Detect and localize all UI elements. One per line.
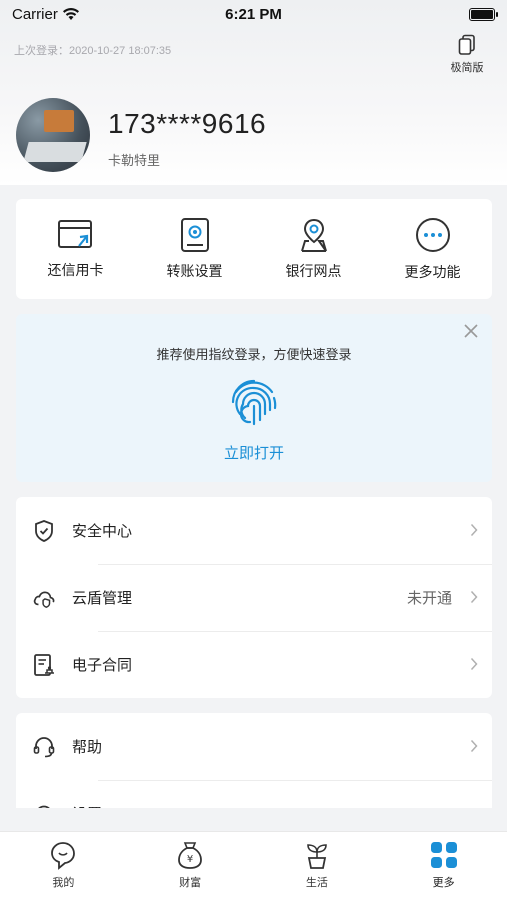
shortcut-card: 还信用卡 转账设置 银行网点 更多功能: [16, 199, 492, 299]
simple-mode-button[interactable]: 极简版: [447, 34, 487, 75]
battery-icon: [468, 7, 498, 21]
close-icon[interactable]: [462, 322, 480, 340]
chevron-right-icon: [470, 739, 478, 753]
tab-mine[interactable]: 我的: [13, 832, 113, 900]
gear-icon: [32, 802, 56, 808]
menu-card-secondary: 帮助 设置: [16, 713, 492, 808]
menu-label: 设置: [72, 803, 102, 808]
more-tab-icon: [430, 842, 457, 868]
chevron-right-icon: [470, 523, 478, 537]
shortcut-label: 更多功能: [404, 265, 461, 281]
headset-icon: [32, 735, 56, 759]
tab-label: 生活: [305, 876, 328, 889]
last-login-text: 上次登录：2020-10-27 18:07:35: [14, 45, 172, 57]
tab-label: 更多: [432, 876, 455, 889]
chevron-right-icon: [470, 590, 478, 604]
shortcut-transfer-settings[interactable]: 转账设置: [145, 217, 245, 281]
transfer-settings-icon: [180, 218, 209, 252]
wifi-icon: [62, 8, 79, 20]
status-time: 6:21 PM: [225, 5, 282, 23]
menu-row-cloud-shield[interactable]: 云盾管理 未开通: [16, 564, 492, 631]
tab-label: 财富: [179, 876, 202, 889]
avatar[interactable]: [16, 98, 90, 172]
contract-icon: [32, 653, 56, 677]
menu-card-primary: 安全中心 云盾管理 未开通 电子合同: [16, 497, 492, 698]
username: 卡勒特里: [108, 154, 161, 169]
menu-label: 电子合同: [72, 656, 133, 674]
profile-tab-icon: [51, 842, 76, 870]
simple-mode-label: 极简版: [450, 61, 484, 74]
cloud-shield-status: 未开通: [406, 589, 452, 607]
tab-label: 我的: [52, 876, 75, 889]
life-tab-icon: [307, 844, 327, 869]
svg-text:¥: ¥: [187, 854, 193, 865]
menu-row-help[interactable]: 帮助: [16, 713, 492, 780]
bank-branch-icon: [300, 218, 327, 252]
shortcut-more[interactable]: 更多功能: [383, 216, 483, 282]
menu-row-e-contract[interactable]: 电子合同: [16, 631, 492, 698]
tab-more[interactable]: 更多: [394, 832, 494, 900]
menu-row-settings[interactable]: 设置: [16, 780, 492, 808]
fingerprint-card: 推荐使用指纹登录，方便快速登录 立即打开: [16, 314, 492, 482]
menu-label: 帮助: [72, 738, 103, 756]
cloud-shield-icon: [32, 586, 56, 610]
menu-label: 安全中心: [72, 522, 133, 540]
shortcut-label: 银行网点: [285, 264, 342, 280]
fingerprint-tip: 推荐使用指纹登录，方便快速登录: [156, 348, 352, 363]
tab-life[interactable]: 生活: [267, 832, 367, 900]
fingerprint-icon[interactable]: [228, 376, 280, 428]
shield-icon: [32, 519, 56, 543]
simple-mode-icon: [458, 34, 475, 55]
menu-row-security-center[interactable]: 安全中心: [16, 497, 492, 564]
shortcut-label: 还信用卡: [47, 263, 104, 279]
tab-bar: 我的 ¥ 财富 生活 更多: [0, 831, 507, 900]
menu-label: 云盾管理: [72, 589, 133, 607]
status-bar: Carrier 6:21 PM: [0, 0, 507, 28]
chevron-right-icon: [470, 657, 478, 671]
more-icon: [415, 218, 450, 252]
tab-wealth[interactable]: ¥ 财富: [140, 832, 240, 900]
fingerprint-open-button[interactable]: 立即打开: [16, 442, 492, 463]
shortcut-bank-branch[interactable]: 银行网点: [264, 217, 364, 281]
carrier-label: Carrier: [12, 5, 58, 23]
shortcut-label: 转账设置: [166, 264, 223, 280]
credit-card-repay-icon: [57, 220, 92, 248]
phone-number: 173****9616: [108, 108, 267, 139]
wealth-tab-icon: ¥: [178, 842, 203, 869]
shortcut-credit-card-repay[interactable]: 还信用卡: [26, 218, 126, 280]
